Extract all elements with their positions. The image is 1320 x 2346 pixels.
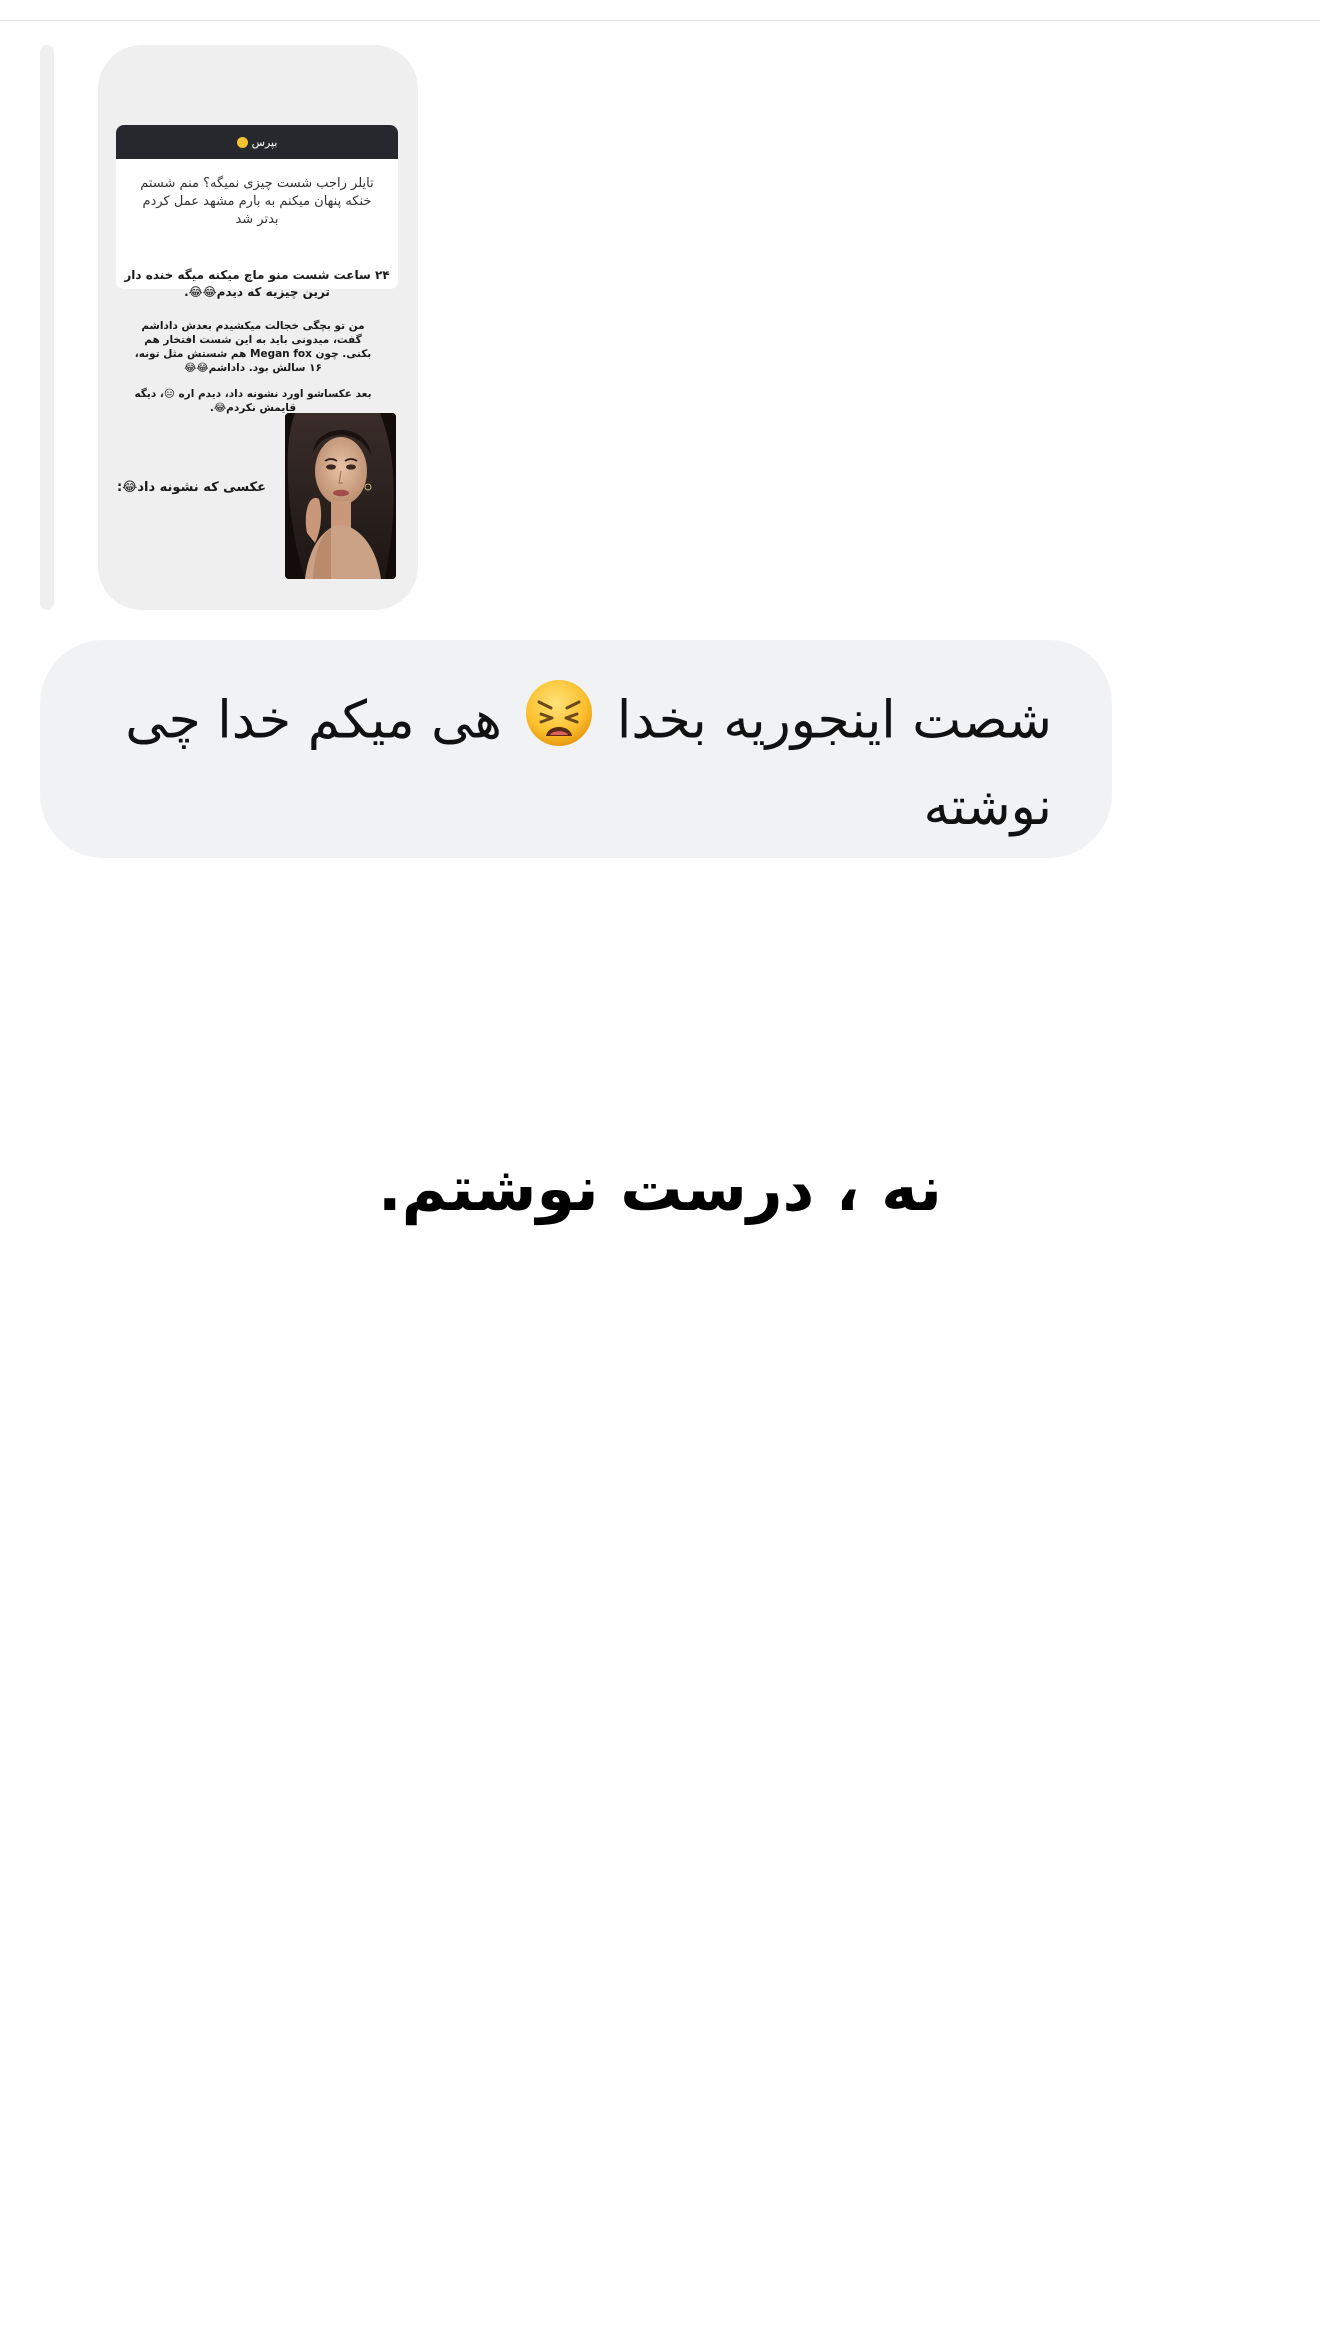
top-divider: [0, 0, 1320, 21]
story-text-line: من تو بچگی خجالت میکشیدم بعدش داداشم گفت…: [134, 320, 372, 374]
shared-story-card[interactable]: بپرس تایلر راجب شست چیزی نمیگه؟ منم شستم…: [98, 45, 418, 610]
message-bubble[interactable]: شصت اینجوریه بخدا هی میکم خدا چی نوشته: [40, 640, 1112, 858]
reply-indicator-bar: [40, 45, 54, 610]
story-question-box: بپرس تایلر راجب شست چیزی نمیگه؟ منم شستم…: [116, 125, 398, 289]
story-question-header-label: بپرس: [251, 135, 278, 149]
overlay-caption: نه ، درست نوشتم.: [378, 1152, 942, 1225]
story-caption: عکسی که نشونه داد😂:: [116, 480, 266, 495]
story-text-line: ۲۴ ساعت شست منو ماچ میکنه میگه خنده دار …: [124, 268, 390, 299]
weary-face-emoji-icon: [524, 678, 594, 769]
story-text-line: بعد عکساشو اورد نشونه داد، دیدم اره 😑، د…: [134, 388, 372, 414]
emoji-icon: [236, 136, 248, 148]
story-question-header: بپرس: [116, 125, 398, 159]
story-question-text: تایلر راجب شست چیزی نمیگه؟ منم شستم خنکه…: [140, 176, 374, 227]
message-text-part: شصت اینجوریه بخدا: [616, 690, 1052, 751]
portrait-photo: [285, 413, 396, 579]
message-text: شصت اینجوریه بخدا هی میکم خدا چی نوشته: [82, 678, 1052, 845]
